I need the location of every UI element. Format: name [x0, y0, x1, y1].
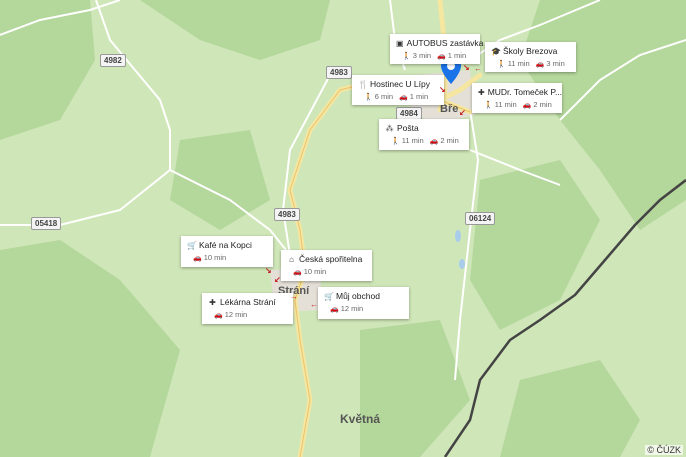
poi-name: Česká spořitelna: [299, 254, 363, 264]
poi-pointer-arrow: ←: [474, 64, 482, 73]
school-icon: 🎓: [491, 46, 501, 56]
post-icon: ⁂: [385, 123, 394, 133]
road-label-05418: 05418: [31, 217, 62, 230]
walk-icon: 🚶: [484, 102, 493, 109]
poi-name: Pošta: [397, 123, 419, 133]
car-icon: 🚗: [214, 312, 223, 319]
walk-time: 🚶 11 min: [484, 100, 517, 109]
town-label-kvetna: Květná: [340, 412, 381, 426]
poi-hostinec[interactable]: 🍴 Hostinec U Lípy 🚶 6 min 🚗 1 min: [352, 75, 444, 105]
car-icon: 🚗: [429, 138, 439, 145]
road-label-06124: 06124: [465, 212, 496, 225]
restaurant-icon: 🍴: [358, 79, 368, 89]
car-time: 🚗 3 min: [535, 59, 565, 68]
poi-posta[interactable]: ⁂ Pošta 🚶 11 min 🚗 2 min: [379, 119, 469, 150]
bus-icon: ▣: [396, 38, 404, 48]
cart-icon: 🛒: [324, 291, 334, 301]
poi-pointer-arrow: ↘: [439, 85, 446, 94]
car-time: 🚗 12 min: [214, 310, 248, 319]
car-time: 🚗 1 min: [437, 51, 467, 60]
walk-icon: 🚶: [497, 61, 506, 68]
poi-lekarna[interactable]: ✚ Lékárna Strání 🚗 12 min: [202, 293, 293, 324]
road-label-4982: 4982: [100, 54, 126, 67]
poi-name: Lékárna Strání: [220, 297, 276, 307]
poi-autobus[interactable]: ▣ AUTOBUS zastávka 🚶 3 min 🚗 1 min: [390, 34, 483, 64]
cart-icon: 🛒: [187, 240, 197, 250]
bank-icon: ⌂: [289, 254, 294, 264]
car-icon: 🚗: [522, 102, 532, 109]
poi-name: Školy Brezova: [503, 46, 558, 56]
poi-pointer-arrow: ↙: [459, 108, 466, 117]
car-time: 🚗 10 min: [193, 253, 227, 262]
poi-name: Hostinec U Lípy: [370, 79, 430, 89]
poi-name: AUTOBUS zastávka: [406, 38, 484, 48]
car-time: 🚗 12 min: [330, 304, 364, 313]
car-icon: 🚗: [535, 61, 545, 68]
walk-icon: 🚶: [402, 53, 411, 60]
poi-sporitelna[interactable]: ⌂ Česká spořitelna 🚗 10 min: [281, 250, 372, 281]
car-icon: 🚗: [437, 53, 446, 60]
car-icon: 🚗: [193, 255, 202, 262]
road-label-4983-south: 4983: [274, 208, 300, 221]
poi-pointer-arrow: ↘: [463, 63, 470, 72]
walk-time: 🚶 3 min: [402, 51, 432, 60]
car-time: 🚗 1 min: [399, 92, 429, 101]
poi-skoly[interactable]: 🎓 Školy Brezova 🚶 11 min 🚗 3 min: [485, 42, 576, 72]
walk-icon: 🚶: [391, 138, 400, 145]
car-icon: 🚗: [330, 306, 339, 313]
car-icon: 🚗: [293, 269, 302, 276]
car-time: 🚗 10 min: [293, 267, 327, 276]
poi-name: Kafé na Kopci: [199, 240, 252, 250]
poi-pointer-arrow: ↘: [265, 266, 272, 275]
medical-icon: ✚: [209, 297, 216, 307]
walk-icon: 🚶: [364, 94, 373, 101]
walk-time: 🚶 6 min: [364, 92, 394, 101]
map-attribution[interactable]: © ČÚZK: [645, 445, 683, 455]
poi-kafe[interactable]: 🛒 Kafé na Kopci 🚗 10 min: [181, 236, 273, 267]
poi-pointer-arrow: →: [290, 292, 298, 301]
poi-pointer-arrow: ←: [310, 300, 318, 309]
poi-mudr[interactable]: ✚ MUDr. Tomeček P... 🚶 11 min 🚗 2 min: [472, 83, 562, 113]
medical-icon: ✚: [478, 87, 485, 97]
walk-time: 🚶 11 min: [391, 136, 424, 145]
road-label-4983-north: 4983: [326, 66, 352, 79]
car-icon: 🚗: [399, 94, 408, 101]
poi-name: MUDr. Tomeček P...: [487, 87, 563, 97]
poi-name: Můj obchod: [336, 291, 380, 301]
car-time: 🚗 2 min: [522, 100, 552, 109]
walk-time: 🚶 11 min: [497, 59, 530, 68]
poi-pointer-arrow: ↙: [274, 275, 281, 284]
car-time: 🚗 2 min: [429, 136, 459, 145]
poi-obchod[interactable]: 🛒 Můj obchod 🚗 12 min: [318, 287, 409, 319]
